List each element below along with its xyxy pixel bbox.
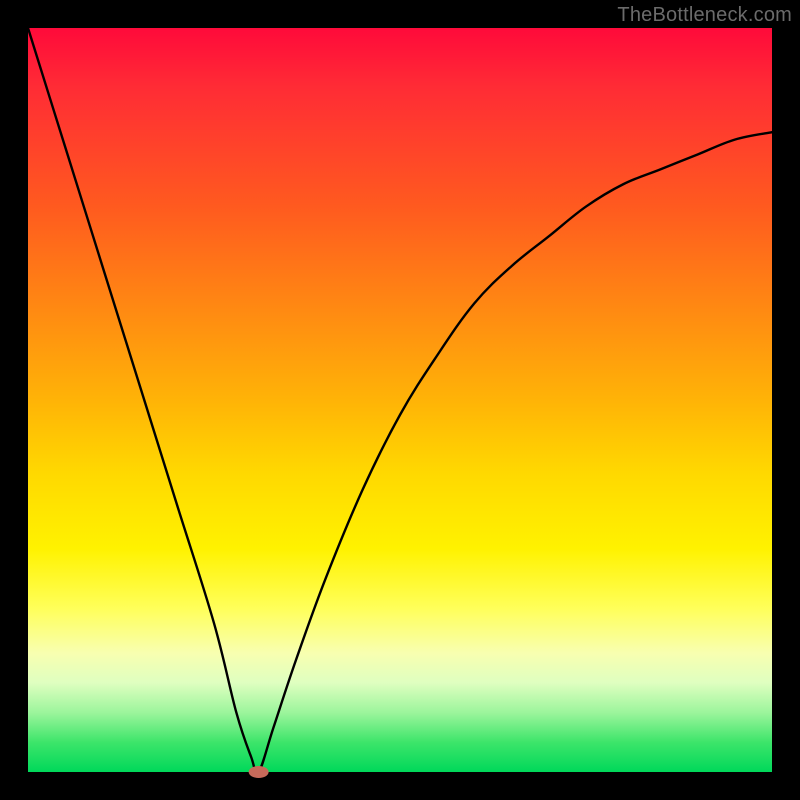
- watermark-text: TheBottleneck.com: [617, 4, 792, 27]
- chart-frame: TheBottleneck.com: [0, 0, 800, 800]
- plot-area: [28, 28, 772, 772]
- minimum-marker: [249, 766, 269, 778]
- curve-path: [28, 28, 772, 774]
- bottleneck-curve: [28, 28, 772, 772]
